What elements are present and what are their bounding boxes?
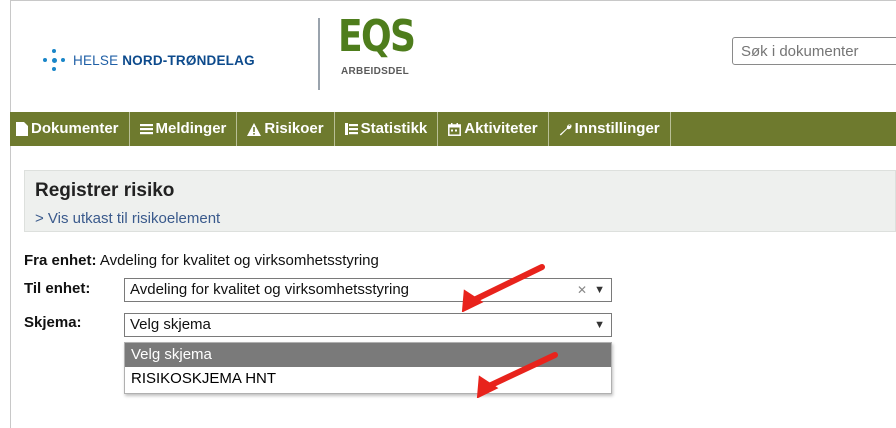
eqs-logo[interactable]: EQS ARBEIDSDEL [338,11,431,78]
nav-item-statistikk[interactable]: Statistikk [335,112,439,146]
search-input[interactable] [732,37,896,65]
document-icon [16,122,28,136]
schema-select[interactable]: Velg skjema ▼ [124,313,612,337]
from-unit-row: Fra enhet: Avdeling for kvalitet og virk… [24,252,379,269]
annotation-arrow-icon [476,352,558,398]
warning-icon [247,122,262,136]
from-unit-value: Avdeling for kvalitet og virksomhetsstyr… [99,252,379,269]
page-title: Registrer risiko [35,180,175,201]
to-unit-select-value: Avdeling for kvalitet og virksomhetsstyr… [130,281,410,298]
chevron-down-icon[interactable]: ▼ [594,314,605,336]
chart-icon [344,123,358,135]
eqs-logo-title: EQS [338,11,416,62]
register-risk-panel: Registrer risiko > Vis utkast til risiko… [24,170,896,232]
annotation-arrow-icon [461,264,545,312]
hnt-logo[interactable]: HELSE NORD-TRØNDELAG [43,40,255,80]
chevron-down-icon[interactable]: ▼ [594,279,605,301]
list-icon [139,124,153,135]
nav-item-risikoer[interactable]: Risikoer [237,112,335,146]
main-nav: Dokumenter Meldinger Risikoer Statistikk… [10,112,896,146]
schema-select-value: Velg skjema [130,316,211,333]
show-draft-link[interactable]: > Vis utkast til risikoelement [35,210,220,227]
from-unit-label: Fra enhet: [24,252,97,269]
calendar-icon [448,122,462,136]
nav-item-innstillinger[interactable]: Innstillinger [549,112,671,146]
wrench-icon [559,123,572,135]
nav-item-dokumenter[interactable]: Dokumenter [10,112,130,146]
hnt-logo-dots-icon [43,49,65,71]
header-divider [318,18,320,90]
clear-icon[interactable]: ✕ [577,279,587,301]
nav-item-meldinger[interactable]: Meldinger [130,112,238,146]
to-unit-label: Til enhet: [24,280,91,297]
eqs-logo-subtitle: ARBEIDSDEL [341,66,410,77]
hnt-logo-text: HELSE NORD-TRØNDELAG [73,52,255,68]
schema-label: Skjema: [24,314,82,331]
nav-item-aktiviteter[interactable]: Aktiviteter [438,112,549,146]
